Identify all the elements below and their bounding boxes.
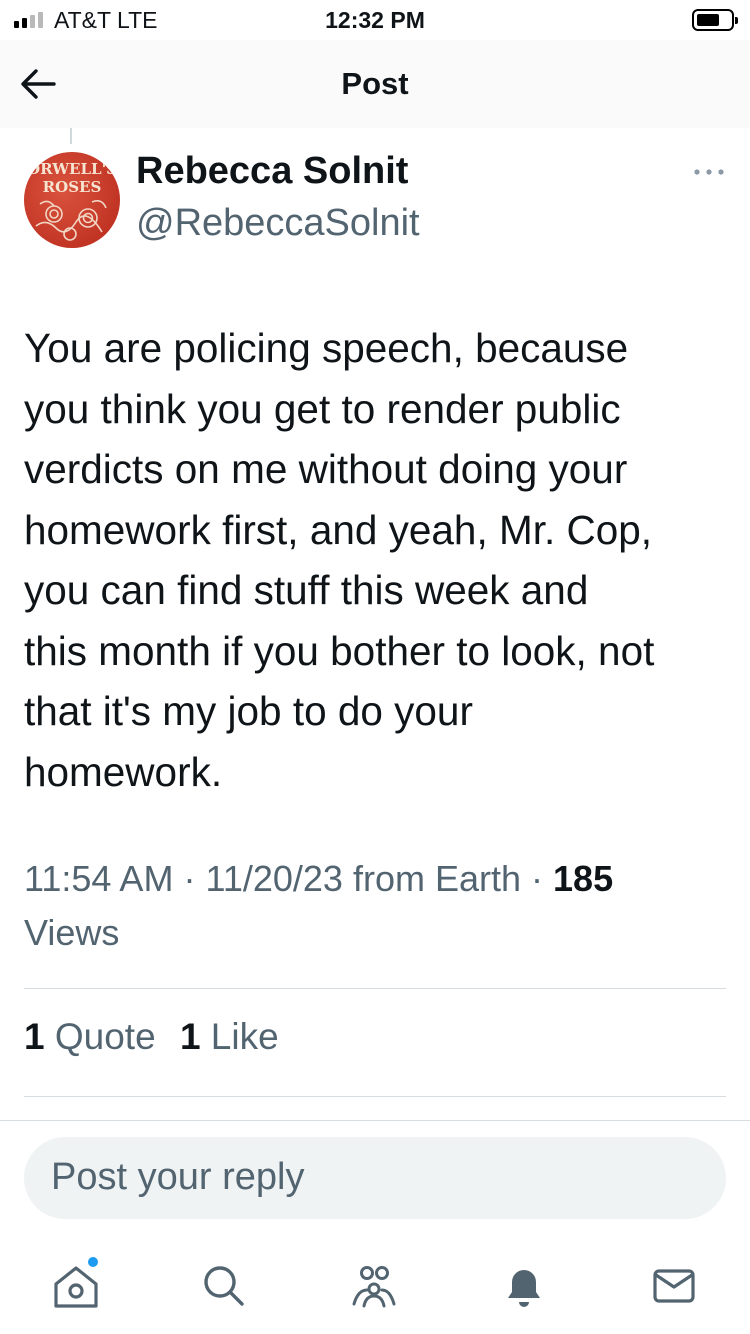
search-icon bbox=[204, 1266, 244, 1306]
more-options-button[interactable] bbox=[692, 160, 726, 184]
reply-box[interactable] bbox=[24, 1137, 726, 1219]
engagement-stats: 1 Quote 1 Like bbox=[24, 1016, 293, 1058]
notifications-bell-icon bbox=[508, 1270, 540, 1307]
tab-communities[interactable] bbox=[346, 1258, 402, 1314]
divider bbox=[24, 1096, 726, 1097]
post-metadata: 11:54 AM · 11/20/23 from Earth · 185 Vie… bbox=[24, 858, 614, 953]
reply-divider bbox=[0, 1120, 750, 1121]
home-icon bbox=[54, 1266, 98, 1308]
reply-input[interactable] bbox=[49, 1155, 693, 1200]
avatar[interactable]: ORWELL'S ROSES bbox=[24, 152, 120, 248]
author-handle[interactable]: @RebeccaSolnit bbox=[136, 202, 420, 245]
author-name[interactable]: Rebecca Solnit bbox=[136, 150, 408, 193]
views-label: Views bbox=[24, 912, 120, 953]
thread-connector-line bbox=[70, 128, 72, 144]
tab-search[interactable] bbox=[196, 1258, 252, 1314]
rose-pattern-icon bbox=[35, 200, 107, 241]
likes-link[interactable]: 1 Like bbox=[180, 1016, 279, 1057]
status-bar: AT&T LTE 12:32 PM bbox=[0, 0, 750, 40]
post-text: You are policing speech, because you thi… bbox=[24, 325, 655, 795]
divider bbox=[24, 988, 726, 989]
post-source: from Earth bbox=[352, 858, 521, 899]
tab-messages[interactable] bbox=[646, 1258, 702, 1314]
page-title: Post bbox=[341, 66, 409, 101]
status-time: 12:32 PM bbox=[325, 7, 425, 33]
views-count: 185 bbox=[553, 858, 614, 899]
more-dots-icon bbox=[694, 169, 724, 175]
tab-home[interactable] bbox=[48, 1258, 104, 1314]
avatar-logo-text: ORWELL'S ROSES bbox=[27, 160, 117, 196]
top-header: Post bbox=[0, 40, 750, 128]
new-content-dot bbox=[88, 1257, 98, 1267]
communities-icon bbox=[352, 1266, 396, 1308]
quotes-link[interactable]: 1 Quote bbox=[24, 1016, 156, 1057]
battery-icon bbox=[692, 9, 738, 31]
post-date: 11/20/23 bbox=[205, 858, 343, 899]
messages-mail-icon bbox=[653, 1269, 695, 1303]
post-time: 11:54 AM bbox=[24, 858, 174, 899]
tab-notifications[interactable] bbox=[496, 1258, 552, 1314]
